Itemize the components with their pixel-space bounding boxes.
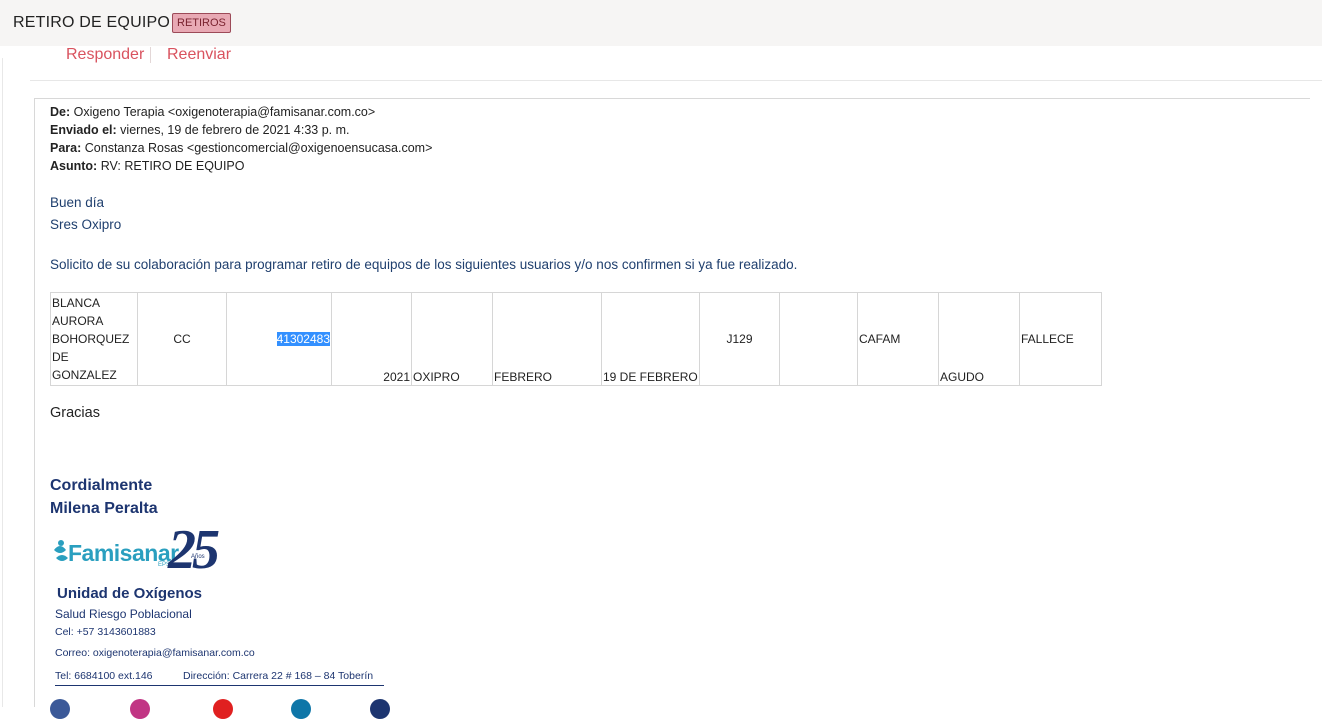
from-value: Oxigeno Terapia <oxigenoterapia@famisana…: [73, 105, 376, 119]
instagram-icon[interactable]: [130, 699, 150, 719]
table-cell-code: J129: [699, 292, 780, 386]
signature-name: Milena Peralta: [50, 500, 158, 517]
sent-line: Enviado el: viernes, 19 de febrero de 20…: [50, 123, 350, 137]
sent-label: Enviado el:: [50, 123, 117, 137]
subject-line: Asunto: RV: RETIRO DE EQUIPO: [50, 159, 244, 173]
sent-value: viernes, 19 de febrero de 2021 4:33 p. m…: [120, 123, 350, 137]
famisanar-logo: Famisanar EPS 25 Años: [52, 519, 237, 581]
linkedin-icon[interactable]: [291, 699, 311, 719]
table-row: BLANCA AURORA BOHORQUEZ DE GONZALEZ CC 4…: [50, 292, 1102, 386]
table-cell-year: 2021: [331, 292, 412, 386]
table-cell-doc-number: 41302483: [226, 292, 332, 386]
request-paragraph: Solicito de su colaboración para program…: [50, 257, 798, 272]
greeting-line-2: Sres Oxipro: [50, 217, 122, 232]
table-cell-month: FEBRERO: [492, 292, 602, 386]
greeting-line-1: Buen día: [50, 195, 105, 210]
table-cell-name: BLANCA AURORA BOHORQUEZ DE GONZALEZ: [50, 292, 138, 386]
quote-top-border: [34, 98, 1310, 99]
signature-dept: Salud Riesgo Poblacional: [55, 607, 192, 621]
from-line: De: Oxigeno Terapia <oxigenoterapia@fami…: [50, 105, 375, 119]
twitter-icon[interactable]: [370, 699, 390, 719]
header-divider: [30, 80, 1322, 81]
quote-border: [34, 98, 35, 707]
signature-cel: Cel: +57 3143601883: [55, 626, 156, 638]
facebook-icon[interactable]: [50, 699, 70, 719]
email-subject-title: RETIRO DE EQUIPO: [13, 14, 170, 31]
users-table: BLANCA AURORA BOHORQUEZ DE GONZALEZ CC 4…: [50, 292, 1102, 386]
reply-button[interactable]: Responder: [66, 46, 144, 64]
to-line: Para: Constanza Rosas <gestioncomercial@…: [50, 141, 432, 155]
forward-button[interactable]: Reenviar: [167, 46, 231, 64]
pane-border: [2, 58, 3, 707]
table-cell-provider: OXIPRO: [411, 292, 493, 386]
actions-divider: [150, 47, 151, 63]
subject-value: RV: RETIRO DE EQUIPO: [100, 159, 245, 173]
youtube-icon[interactable]: [213, 699, 233, 719]
thanks-line: Gracias: [50, 405, 100, 421]
to-label: Para:: [50, 141, 82, 155]
table-cell-type: AGUDO: [938, 292, 1020, 386]
subject-label: Asunto:: [50, 159, 98, 173]
table-cell-date: 19 DE FEBRERO: [601, 292, 700, 386]
signature-unit: Unidad de Oxígenos: [57, 585, 203, 602]
from-label: De:: [50, 105, 71, 119]
table-cell-doc-type: CC: [137, 292, 227, 386]
signature-email: Correo: oxigenoterapia@famisanar.com.co: [55, 647, 255, 659]
signature-address: Dirección: Carrera 22 # 168 – 84 Toberín: [183, 670, 374, 682]
table-cell-status: FALLECE: [1019, 292, 1102, 386]
signature-divider: [55, 685, 384, 686]
to-value: Constanza Rosas <gestioncomercial@oxigen…: [84, 141, 433, 155]
table-cell-ips: CAFAM: [857, 292, 939, 386]
signature-closing: Cordialmente: [50, 477, 153, 494]
logo-years: 25: [168, 519, 220, 581]
table-cell-empty: [779, 292, 858, 386]
signature-tel: Tel: 6684100 ext.146: [55, 670, 153, 682]
logo-anos: Años: [191, 554, 205, 560]
email-header-bar: RETIRO DE EQUIPO RETIROS: [0, 0, 1322, 46]
selected-text: 41302483: [276, 332, 330, 346]
category-tag[interactable]: RETIROS: [172, 13, 231, 33]
